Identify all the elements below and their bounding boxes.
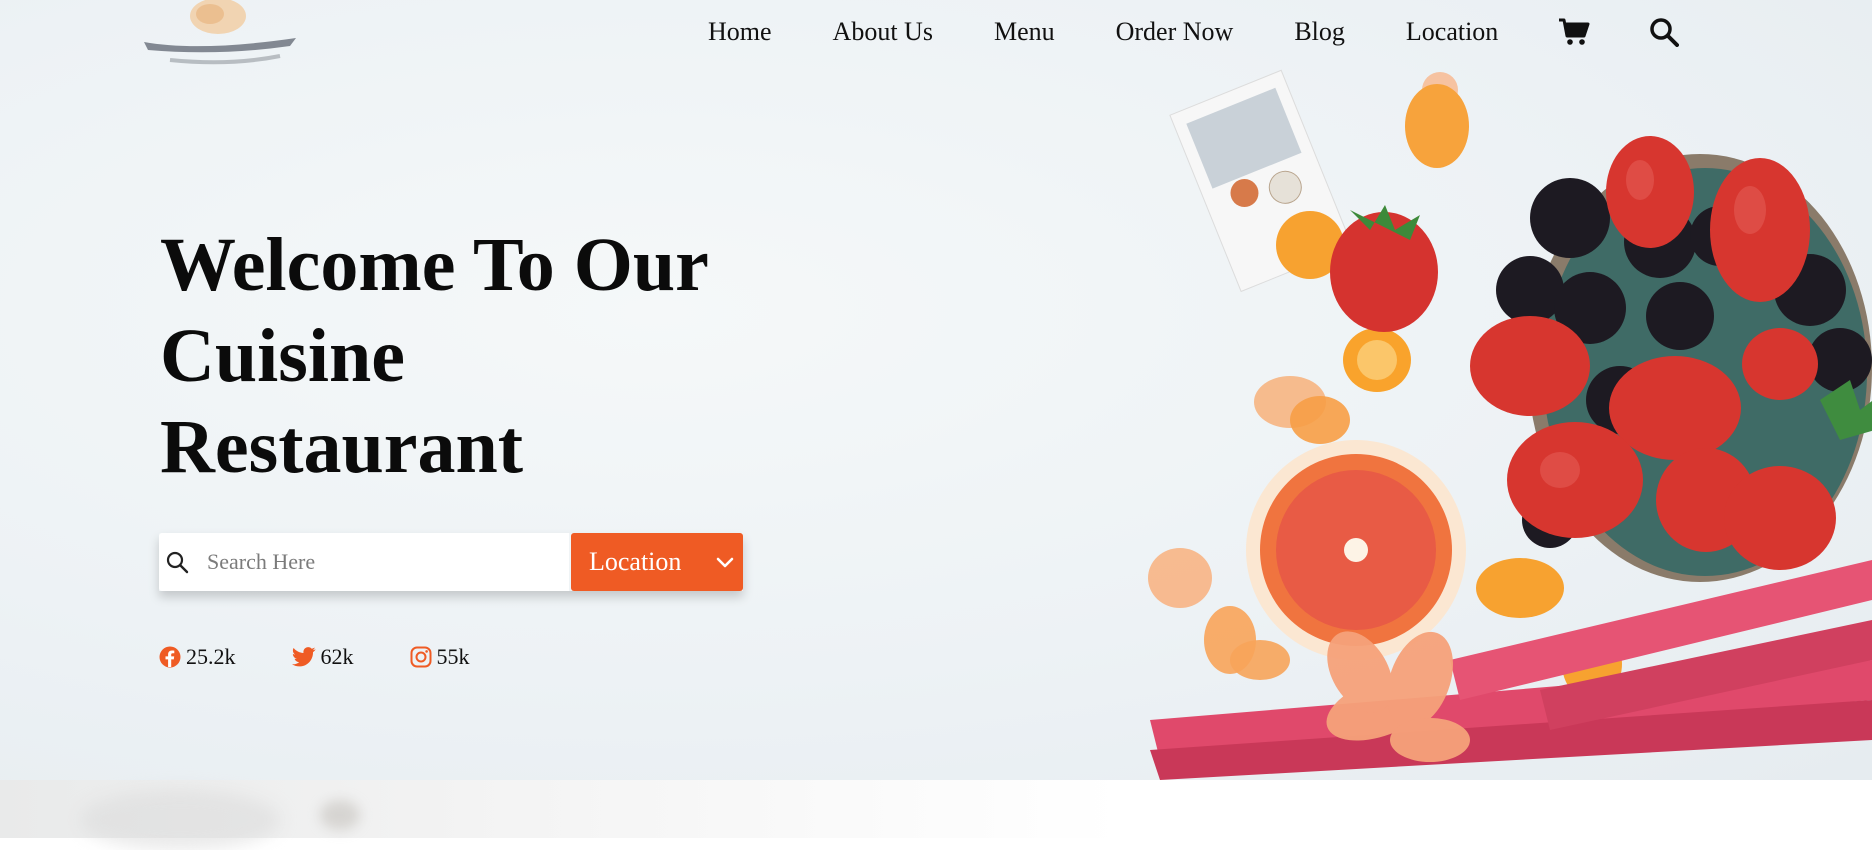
location-dropdown-label: Location	[589, 547, 682, 576]
hero-title-line-3: Restaurant	[160, 405, 524, 489]
search-icon[interactable]	[1648, 16, 1680, 48]
logo[interactable]	[140, 0, 300, 75]
hero-food-image	[1148, 69, 1872, 780]
nav-location[interactable]: Location	[1406, 17, 1498, 47]
hero-title-line-1: Welcome To Our	[160, 223, 709, 307]
logo-icon	[144, 0, 296, 65]
hero-title-line-2: Cuisine	[160, 314, 405, 398]
search-input[interactable]	[205, 548, 549, 576]
nav-blog[interactable]: Blog	[1294, 17, 1345, 47]
nav-order-now[interactable]: Order Now	[1116, 17, 1234, 47]
instagram-link[interactable]: 55k	[410, 644, 470, 670]
facebook-icon	[159, 646, 181, 668]
nav-home[interactable]: Home	[708, 17, 772, 47]
twitter-link[interactable]: 62k	[291, 644, 354, 670]
search-input-icon	[163, 548, 191, 576]
nav-menu[interactable]: Menu	[994, 17, 1055, 47]
next-section-preview	[0, 780, 1872, 850]
instagram-count: 55k	[436, 644, 470, 669]
facebook-count: 25.2k	[186, 644, 236, 669]
twitter-count: 62k	[320, 644, 354, 669]
search-box	[159, 533, 569, 591]
instagram-icon	[410, 646, 431, 668]
hero-title: Welcome To Our Cuisine Restaurant	[160, 220, 780, 493]
search-bar: Location	[159, 533, 743, 591]
main-nav: Home About Us Menu Order Now Blog Locati…	[708, 14, 1680, 50]
nav-about-us[interactable]: About Us	[833, 17, 933, 47]
hero-section: Home About Us Menu Order Now Blog Locati…	[0, 0, 1872, 780]
twitter-icon	[291, 647, 315, 667]
cart-icon[interactable]	[1558, 16, 1590, 48]
chevron-down-icon	[715, 547, 735, 577]
location-dropdown-button[interactable]: Location	[571, 533, 743, 591]
social-stats: 25.2k 62k 55k	[159, 644, 470, 670]
facebook-link[interactable]: 25.2k	[159, 644, 236, 670]
